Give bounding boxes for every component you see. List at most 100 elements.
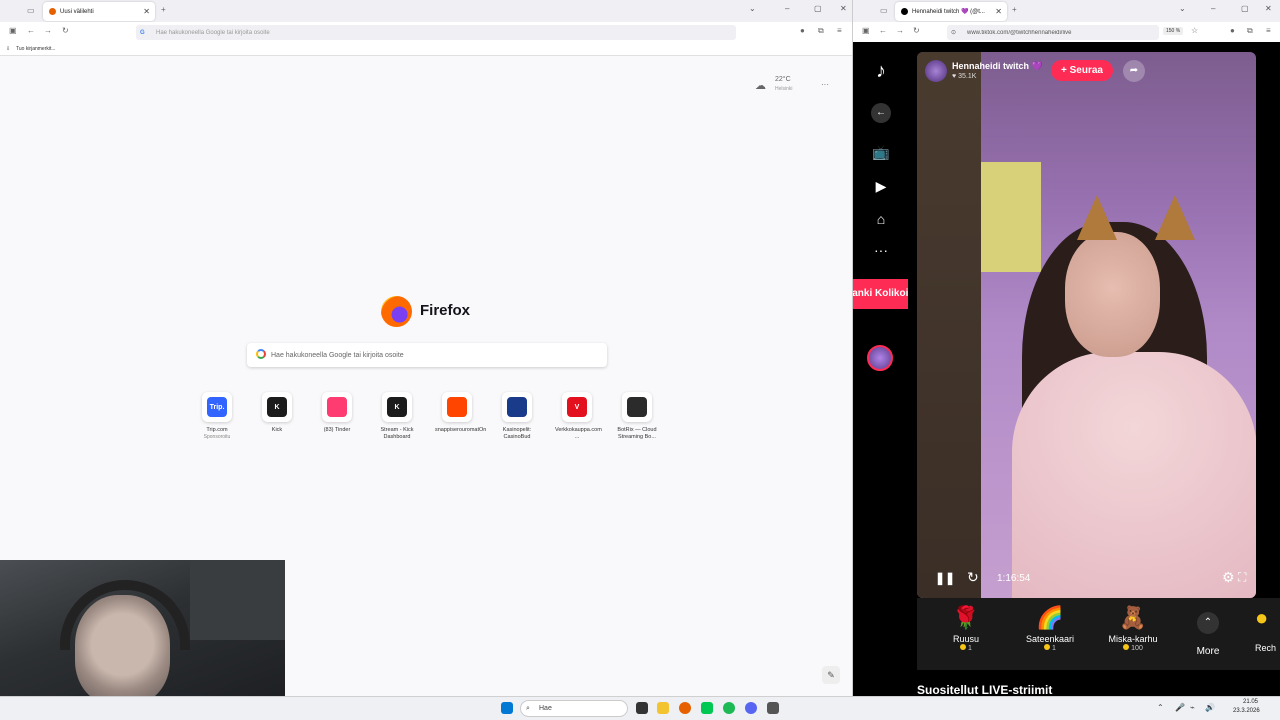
refresh-icon[interactable]: ↻: [967, 569, 979, 586]
site-info-icon[interactable]: ⊙: [951, 29, 956, 36]
gift-item[interactable]: 🌈 Sateenkaari 1: [1015, 604, 1085, 652]
live-tv-icon[interactable]: 📺: [871, 144, 891, 161]
shortcut-tile[interactable]: Kasinopelit: CasinoBud: [495, 392, 539, 441]
file-explorer-icon[interactable]: [657, 702, 669, 714]
tab-list-chevron-icon[interactable]: ⌄: [749, 4, 756, 13]
more-dots-icon[interactable]: ···: [871, 242, 891, 258]
video-camera-icon[interactable]: ▶: [871, 178, 891, 195]
tab-list-icon[interactable]: ▭: [880, 6, 888, 15]
shortcut-tile[interactable]: (83) Tinder: [315, 392, 359, 434]
network-icon[interactable]: ⌁: [1190, 703, 1195, 712]
tab-new-tab[interactable]: Uusi välilehti ✕: [43, 2, 155, 21]
minimize-icon[interactable]: –: [785, 4, 789, 13]
clock-time[interactable]: 21.05: [1243, 699, 1258, 705]
taskbar-search-input[interactable]: ⌕ Hae: [520, 700, 628, 717]
mic-icon[interactable]: 🎤: [1175, 703, 1185, 712]
recharge-button[interactable]: ● Rech: [1255, 604, 1280, 653]
extensions-icon[interactable]: ⧉: [1247, 26, 1253, 36]
sidebar-icon[interactable]: ▣: [9, 26, 17, 35]
gift-price-value: 1: [968, 645, 972, 652]
minimize-icon[interactable]: –: [1211, 4, 1215, 13]
close-tab-icon[interactable]: ✕: [995, 7, 1002, 16]
coin-icon: [1044, 644, 1051, 650]
back-icon[interactable]: ←: [879, 26, 887, 35]
back-icon[interactable]: ←: [27, 26, 35, 35]
tab-list-icon[interactable]: ▭: [27, 6, 35, 15]
streamer-name[interactable]: Hennaheidi twitch 💜: [952, 61, 1043, 72]
back-arrow-icon[interactable]: ←: [871, 103, 891, 123]
url-text: www.tiktok.com/@twitchhennaheidi/live: [967, 29, 1072, 36]
tiktok-logo-icon[interactable]: ♪: [871, 60, 891, 83]
menu-icon[interactable]: ≡: [837, 26, 842, 35]
shortcut-label: BotRix — Cloud Streaming Bo...: [617, 427, 657, 440]
customize-pencil-icon[interactable]: ✎: [822, 666, 840, 684]
forward-icon[interactable]: →: [896, 26, 904, 35]
discord-icon[interactable]: [745, 702, 757, 714]
get-coins-banner[interactable]: Hanki Kolikoita: [853, 279, 908, 309]
firefox-taskbar-icon[interactable]: [679, 702, 691, 714]
maximize-icon[interactable]: ▢: [1241, 4, 1249, 13]
close-window-icon[interactable]: ✕: [1265, 4, 1272, 13]
close-window-icon[interactable]: ✕: [840, 4, 847, 13]
more-gifts-button[interactable]: ⌃ More: [1188, 604, 1228, 657]
shortcut-tile[interactable]: snappiserouromatOn: [435, 392, 486, 434]
volume-icon[interactable]: 🔊: [1205, 703, 1215, 712]
url-bar[interactable]: ⊙ www.tiktok.com/@twitchhennaheidi/live: [947, 25, 1159, 40]
tab-list-chevron-icon[interactable]: ⌄: [1179, 4, 1186, 13]
task-view-icon[interactable]: [636, 702, 648, 714]
sidebar-icon[interactable]: ▣: [862, 26, 870, 35]
menu-icon[interactable]: ≡: [1266, 26, 1271, 35]
gift-item[interactable]: 🧸 Miska-karhu 100: [1098, 604, 1168, 652]
spotify-icon[interactable]: [723, 702, 735, 714]
green-app-icon[interactable]: [701, 702, 713, 714]
fullscreen-icon[interactable]: ⛶: [1238, 570, 1246, 585]
streamer-avatar[interactable]: [925, 60, 947, 82]
clock-date[interactable]: 23.3.2026: [1233, 708, 1260, 714]
app-icon[interactable]: [767, 702, 779, 714]
live-video[interactable]: Hennaheidi twitch 💜 ♥ 35.1K + Seuraa ➦ ❚…: [917, 52, 1256, 598]
new-tab-button[interactable]: +: [161, 5, 166, 14]
import-bookmarks-icon: ⇩: [6, 46, 11, 52]
gift-icon: 🌹: [952, 605, 980, 630]
new-tab-button[interactable]: +: [1012, 5, 1017, 14]
forward-icon[interactable]: →: [44, 26, 52, 35]
pause-icon[interactable]: ❚❚: [935, 571, 955, 585]
shortcut-tile[interactable]: V Verkkokauppa.com ...: [555, 392, 602, 441]
weather-options-icon[interactable]: ···: [821, 80, 829, 89]
likes-count: 35.1K: [958, 73, 977, 80]
home-icon[interactable]: ⌂: [871, 211, 891, 227]
import-bookmarks-link[interactable]: Tuo kirjanmerkit...: [16, 46, 56, 52]
shortcut-icon-box: [442, 392, 472, 422]
shortcut-icon-box: Trip.: [202, 392, 232, 422]
close-tab-icon[interactable]: ✕: [143, 7, 150, 16]
zoom-level[interactable]: 150 %: [1163, 27, 1184, 35]
firefox-logo: [381, 296, 412, 327]
search-input[interactable]: Hae hakukoneella Google tai kirjoita oso…: [247, 343, 607, 367]
settings-gear-icon[interactable]: ⚙: [1222, 569, 1235, 586]
extensions-icon[interactable]: ⧉: [818, 26, 824, 36]
gift-item[interactable]: 🌹 Ruusu 1: [931, 604, 1001, 652]
tab-title: Hennaheidi twitch 💜 (@t...: [912, 9, 985, 15]
reload-icon[interactable]: ↻: [913, 26, 920, 35]
maximize-icon[interactable]: ▢: [814, 4, 822, 13]
windows-taskbar: ⌕ Hae ⌃ 🎤 ⌁ 🔊 21.05 23.3.2026: [0, 696, 1280, 720]
account-icon[interactable]: ●: [800, 26, 805, 35]
webcam-headphones: [60, 580, 190, 650]
video-streamer-body: [1012, 352, 1256, 598]
share-icon[interactable]: ➦: [1123, 60, 1145, 82]
shortcut-icon: [447, 397, 467, 417]
tray-chevron-icon[interactable]: ⌃: [1157, 703, 1164, 712]
tab-bar: ▭ Uusi välilehti ✕ + ⌄ – ▢ ✕: [0, 0, 852, 22]
follow-button[interactable]: + Seuraa: [1051, 60, 1113, 81]
shortcut-tile[interactable]: K Stream - Kick Dashboard: [375, 392, 419, 441]
shortcut-tile[interactable]: K Kick: [255, 392, 299, 434]
account-icon[interactable]: ●: [1230, 26, 1235, 35]
reload-icon[interactable]: ↻: [62, 26, 69, 35]
live-avatar[interactable]: [867, 345, 893, 371]
shortcut-tile[interactable]: BotRix — Cloud Streaming Bo...: [615, 392, 659, 441]
bookmark-star-icon[interactable]: ☆: [1191, 26, 1198, 35]
url-bar[interactable]: G Hae hakukoneella Google tai kirjoita o…: [136, 25, 736, 40]
windows-start-icon[interactable]: [501, 702, 513, 714]
shortcut-tile[interactable]: Trip. Trip.com Sponsoroitu: [195, 392, 239, 440]
tab-tiktok[interactable]: Hennaheidi twitch 💜 (@t... ✕: [895, 2, 1007, 21]
